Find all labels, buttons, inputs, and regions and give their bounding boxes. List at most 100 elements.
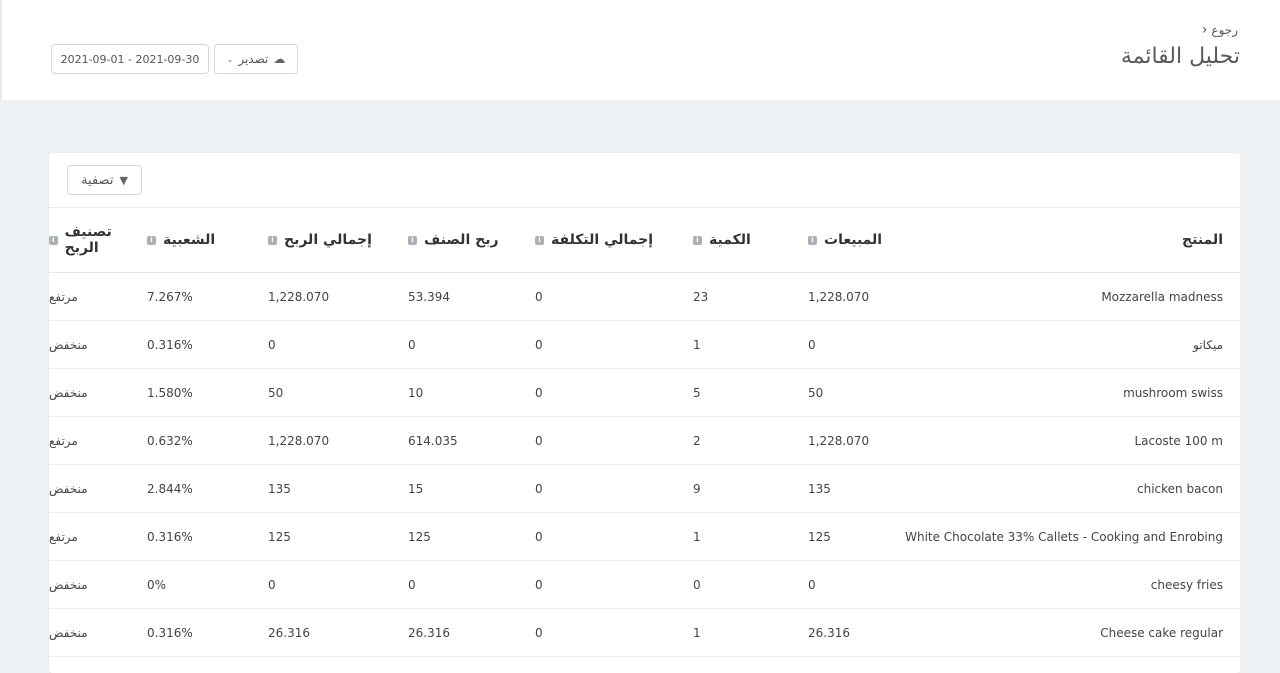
funnel-icon: ▼ [119,173,128,187]
total-profit-cell-value: 0 [268,337,276,352]
total-profit-cell: 135 [268,464,408,513]
popularity-cell: 0.316% [147,320,268,369]
popularity-cell: 0.316% [147,512,268,561]
item-profit-cell-value: 0 [408,577,416,592]
date-range-picker[interactable]: 2021-09-01 - 2021-09-30 [51,44,209,74]
column-header-product[interactable]: المنتج [924,208,1240,273]
quantity-cell: 23 [693,272,808,321]
column-header-profit-class[interactable]: تصنيف الربح i [49,208,147,273]
column-header-popularity[interactable]: الشعبية i [147,208,268,273]
column-header-label: المنتج [1182,232,1223,248]
popularity-cell: 2.844% [147,464,268,513]
info-icon[interactable]: i [408,235,417,245]
report-card: ▼ تصفية المنتج المبيعات i الكمية i إجمال… [49,153,1240,673]
total-profit-cell-value: 125 [268,529,291,544]
product-cell: ميكاتو [924,320,1240,369]
page-header: رجوع ‹ تحليل القائمة ☁ تصدير ⌄ 2021-09-0… [0,0,1280,100]
column-header-label: ربح الصنف [424,232,499,248]
menu-analysis-table: المنتج المبيعات i الكمية i إجمالي التكلف… [49,208,1240,657]
item-profit-cell: 53.394 [408,272,535,321]
profit-class-cell: منخفض [49,320,147,369]
total-profit-cell: 125 [268,512,408,561]
total-profit-cell-value: 0 [268,577,276,592]
column-header-total-cost[interactable]: إجمالي التكلفة i [535,208,693,273]
column-header-label: إجمالي التكلفة [551,232,654,248]
sales-cell-value: 1,228.070 [808,433,870,448]
item-profit-cell: 26.316 [408,608,535,657]
table-row: mushroom swiss 50 5 0 10 50 1.580% منخفض [49,368,1240,417]
total-cost-cell: 0 [535,608,693,657]
sales-cell: 26.316 [808,608,924,657]
product-cell: Lacoste 100 m [924,416,1240,465]
total-profit-cell-value: 26.316 [268,625,310,640]
column-header-label: الكمية [709,232,751,248]
product-cell-value: White Chocolate 33% Callets - Cooking an… [905,529,1223,544]
quantity-cell-value: 2 [693,433,701,448]
column-header-item-profit[interactable]: ربح الصنف i [408,208,535,273]
total-profit-cell: 0 [268,320,408,369]
info-icon[interactable]: i [535,235,544,245]
table-row: Lacoste 100 m 1,228.070 2 0 614.035 1,228.070… [49,416,1240,465]
chevron-left-icon: ‹ [1201,22,1208,38]
sales-cell: 1,228.070 [808,416,924,465]
quantity-cell-value: 1 [693,529,701,544]
item-profit-cell: 0 [408,560,535,609]
total-cost-cell: 0 [535,416,693,465]
profit-class-cell: مرتفع [49,416,147,465]
profit-class-cell: منخفض [49,464,147,513]
product-cell: Cheese cake regular [924,608,1240,657]
quantity-cell-value: 0 [693,577,701,592]
total-profit-cell: 0 [268,560,408,609]
popularity-cell: 1.580% [147,368,268,417]
info-icon[interactable]: i [268,235,277,245]
total-profit-cell-value: 50 [268,385,284,400]
sales-cell: 50 [808,368,924,417]
item-profit-cell-value: 614.035 [408,433,458,448]
quantity-cell: 9 [693,464,808,513]
info-icon[interactable]: i [808,235,817,245]
total-cost-cell-value: 0 [535,625,543,640]
total-profit-cell-value: 1,228.070 [268,433,330,448]
total-cost-cell-value: 0 [535,481,543,496]
total-cost-cell: 0 [535,512,693,561]
info-icon[interactable]: i [147,235,156,245]
info-icon[interactable]: i [49,235,58,245]
table-header-row: المنتج المبيعات i الكمية i إجمالي التكلف… [49,208,1240,273]
column-header-label: تصنيف الربح [64,224,112,256]
product-cell-value: Cheese cake regular [1100,625,1223,640]
quantity-cell: 2 [693,416,808,465]
profit-class-cell: منخفض [49,608,147,657]
profit-class-cell-value: مرتفع [49,433,78,448]
table-row: Cheese cake regular 26.316 1 0 26.316 26.316 0… [49,608,1240,657]
back-link[interactable]: رجوع ‹ [1202,23,1238,37]
product-cell: mushroom swiss [924,368,1240,417]
sales-cell: 135 [808,464,924,513]
profit-class-cell-value: مرتفع [49,529,78,544]
total-profit-cell: 50 [268,368,408,417]
info-icon[interactable]: i [693,235,702,245]
quantity-cell: 0 [693,560,808,609]
column-header-sales[interactable]: المبيعات i [808,208,924,273]
popularity-cell: 0.316% [147,608,268,657]
total-cost-cell-value: 0 [535,433,543,448]
profit-class-cell-value: مرتفع [49,289,78,304]
popularity-cell-value: 0% [147,577,167,592]
column-header-quantity[interactable]: الكمية i [693,208,808,273]
item-profit-cell: 15 [408,464,535,513]
total-profit-cell: 1,228.070 [268,272,408,321]
total-cost-cell-value: 0 [535,385,543,400]
total-profit-cell: 26.316 [268,608,408,657]
item-profit-cell-value: 26.316 [408,625,450,640]
product-cell-value: chicken bacon [1137,481,1223,496]
export-button[interactable]: ☁ تصدير ⌄ [214,44,298,74]
total-cost-cell-value: 0 [535,577,543,592]
column-header-total-profit[interactable]: إجمالي الربح i [268,208,408,273]
chevron-down-icon: ⌄ [226,54,234,64]
total-cost-cell-value: 0 [535,529,543,544]
filter-button[interactable]: ▼ تصفية [67,165,142,195]
item-profit-cell-value: 53.394 [408,289,450,304]
page-title: تحليل القائمة [1120,44,1240,69]
product-cell: Mozzarella madness [924,272,1240,321]
sales-cell-value: 0 [808,577,816,592]
item-profit-cell: 10 [408,368,535,417]
